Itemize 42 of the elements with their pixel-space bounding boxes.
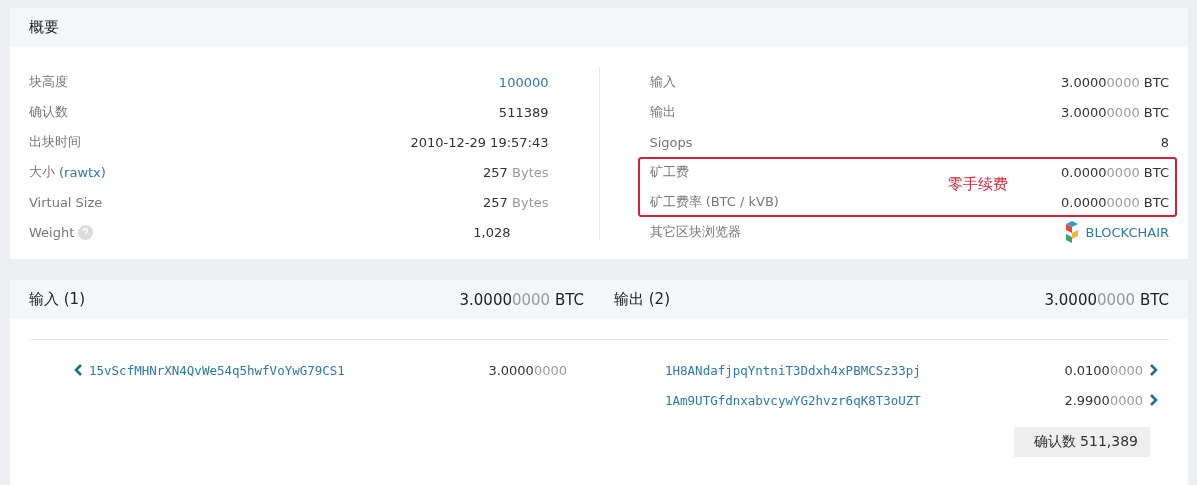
field-label: Weight bbox=[29, 224, 75, 240]
field-label: 出块时间 bbox=[29, 133, 81, 151]
address-link[interactable]: 1H8ANdafjpqYntniT3Ddxh4xPBMCSz33pj bbox=[665, 362, 921, 378]
blockchair-link[interactable]: BLOCKCHAIR bbox=[1085, 224, 1169, 240]
amount-value: 0.01000000 bbox=[1064, 362, 1143, 378]
field-label: 矿工费率 (BTC / kVB) bbox=[649, 193, 779, 211]
field-value: 1,028 bbox=[473, 224, 511, 240]
amount-value: 0.00000000 BTC bbox=[1061, 164, 1169, 180]
amount-value: 3.00000000 BTC bbox=[1061, 74, 1169, 90]
field-label: Virtual Size bbox=[29, 194, 103, 210]
address-link[interactable]: 15vScfMHNrXN4QvWe54q5hwfVoYwG79CS1 bbox=[89, 362, 345, 378]
field-label: 其它区块浏览器 bbox=[649, 223, 741, 241]
annotation-text: 零手续费 bbox=[947, 175, 1008, 194]
chevron-right-icon[interactable] bbox=[1149, 394, 1158, 406]
amount-value: 3.00000000 BTC bbox=[1061, 104, 1169, 120]
amount-value: 0.00000000 BTC bbox=[1061, 194, 1169, 210]
field-value: 257 Bytes bbox=[483, 194, 549, 210]
section-title: 输入 (1) bbox=[29, 290, 85, 309]
field-label: 大小 bbox=[29, 163, 55, 181]
field-value: 511389 bbox=[498, 104, 549, 120]
chevron-left-icon[interactable] bbox=[74, 364, 83, 376]
total-amount: 3.00000000 BTC bbox=[1044, 290, 1169, 309]
field-label: Sigops bbox=[649, 134, 693, 150]
amount-value: 3.00000000 bbox=[488, 362, 567, 378]
field-label: 矿工费 bbox=[649, 163, 689, 181]
section-title: 概要 bbox=[29, 18, 59, 37]
total-amount: 3.00000000 BTC bbox=[459, 290, 584, 309]
field-value: 8 bbox=[1160, 134, 1169, 150]
cube-logo-icon bbox=[1063, 221, 1080, 243]
amount-value: 2.99000000 bbox=[1064, 392, 1143, 408]
rawtx-link[interactable]: (rawtx) bbox=[59, 164, 106, 180]
section-title: 输出 (2) bbox=[614, 290, 670, 309]
chevron-right-icon[interactable] bbox=[1149, 364, 1158, 376]
block-height-link[interactable]: 100000 bbox=[498, 74, 549, 90]
field-label: 块高度 bbox=[29, 73, 68, 91]
field-value: 257 Bytes bbox=[483, 164, 549, 180]
address-link[interactable]: 1Am9UTGfdnxabvcywYG2hvzr6qK8T3oUZT bbox=[665, 392, 921, 408]
confirmations-badge: 确认数 511,389 bbox=[1013, 427, 1150, 457]
field-label: 输出 bbox=[649, 103, 676, 121]
field-label: 确认数 bbox=[29, 103, 68, 121]
field-value: 2010-12-29 19:57:43 bbox=[410, 134, 549, 150]
field-label: 输入 bbox=[649, 73, 676, 91]
